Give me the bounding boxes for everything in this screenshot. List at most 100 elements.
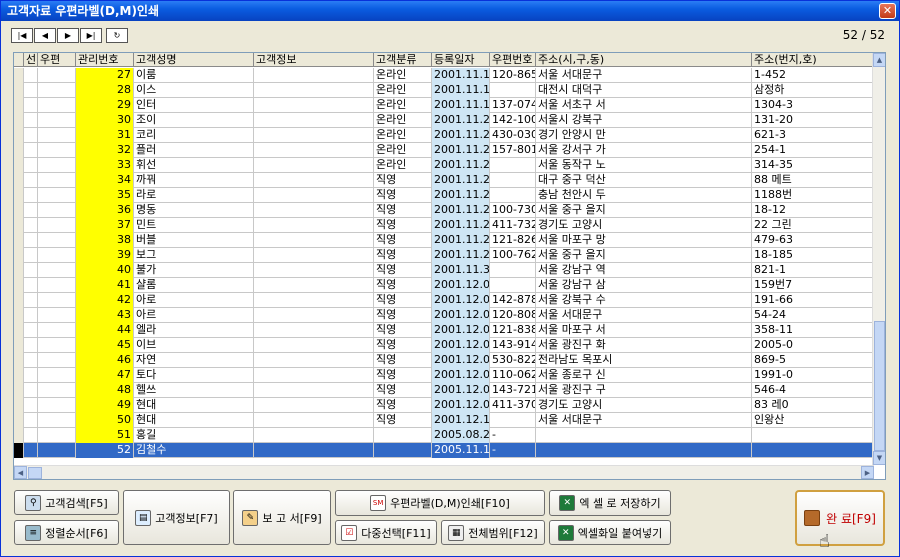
mail-cell[interactable] [38,308,76,323]
select-cell[interactable] [24,383,38,398]
mail-cell[interactable] [38,293,76,308]
info-cell[interactable] [254,338,374,353]
addr1-cell[interactable]: 서울시 강북구 [536,113,752,128]
info-cell[interactable] [254,383,374,398]
addr1-cell[interactable]: 서울 중구 을지 [536,203,752,218]
row-indicator[interactable] [14,188,24,203]
row-indicator[interactable] [14,308,24,323]
info-cell[interactable] [254,128,374,143]
date-cell[interactable]: 2001.11.27 [432,218,490,233]
scroll-up-icon[interactable]: ▲ [873,53,885,67]
addr1-cell[interactable]: 서울 강서구 가 [536,143,752,158]
mail-cell[interactable] [38,173,76,188]
name-cell[interactable]: 인터 [134,98,254,113]
table-row[interactable]: 30조이 온라인2001.11.20142-100서울시 강북구131-20 [14,113,874,128]
mgmt-no-cell[interactable]: 36 [76,203,134,218]
zip-cell[interactable]: 157-801 [490,143,536,158]
sort-order-button[interactable]: ≡ 정렬순서[F6] [14,520,119,545]
addr2-cell[interactable]: 1991-0 [752,368,874,383]
name-cell[interactable]: 라로 [134,188,254,203]
select-cell[interactable] [24,323,38,338]
mail-cell[interactable] [38,113,76,128]
info-cell[interactable] [254,98,374,113]
scroll-left-icon[interactable]: ◀ [14,466,27,479]
mgmt-no-cell[interactable]: 33 [76,158,134,173]
category-cell[interactable]: 직영 [374,398,432,413]
info-cell[interactable] [254,68,374,83]
mgmt-no-cell[interactable]: 49 [76,398,134,413]
row-indicator[interactable] [14,398,24,413]
info-cell[interactable] [254,263,374,278]
next-record-button[interactable]: ▶ [57,28,79,43]
name-cell[interactable]: 토다 [134,368,254,383]
mgmt-no-cell[interactable]: 29 [76,98,134,113]
zip-cell[interactable] [490,173,536,188]
first-record-button[interactable]: |◀ [11,28,33,43]
addr2-cell[interactable]: 2005-0 [752,338,874,353]
table-row[interactable]: 40불가 직영2001.11.30 서울 강남구 역821-1 [14,263,874,278]
select-cell[interactable] [24,248,38,263]
column-header-rowsel[interactable] [14,53,24,67]
mail-cell[interactable] [38,383,76,398]
date-cell[interactable]: 2005.11.15 [432,443,490,458]
date-cell[interactable]: 2001.12.08 [432,383,490,398]
table-row[interactable]: 45이브 직영2001.12.05143-914서울 광진구 화2005-0 [14,338,874,353]
addr1-cell[interactable]: 서울 광진구 화 [536,338,752,353]
horizontal-scrollbar[interactable]: ◀ ▶ [14,465,874,479]
addr1-cell[interactable]: 경기도 고양시 [536,218,752,233]
date-cell[interactable]: 2001.11.24 [432,173,490,188]
zip-cell[interactable]: 143-914 [490,338,536,353]
table-row[interactable]: 51홍길 2005.08.22- [14,428,874,443]
zip-cell[interactable]: 100-762 [490,248,536,263]
addr1-cell[interactable] [536,428,752,443]
mgmt-no-cell[interactable]: 43 [76,308,134,323]
addr2-cell[interactable]: 88 메트 [752,173,874,188]
info-cell[interactable] [254,428,374,443]
addr1-cell[interactable]: 서울 마포구 서 [536,323,752,338]
excel-save-button[interactable]: ✕ 엑 셀 로 저장하기 [549,490,671,516]
zip-cell[interactable]: 411-732 [490,218,536,233]
addr2-cell[interactable]: 191-66 [752,293,874,308]
category-cell[interactable]: 직영 [374,323,432,338]
category-cell[interactable]: 온라인 [374,68,432,83]
mgmt-no-cell[interactable]: 50 [76,413,134,428]
name-cell[interactable]: 이스 [134,83,254,98]
date-cell[interactable]: 2001.12.01 [432,278,490,293]
date-cell[interactable]: 2001.11.17 [432,68,490,83]
mgmt-no-cell[interactable]: 52 [76,443,134,458]
mgmt-no-cell[interactable]: 34 [76,173,134,188]
name-cell[interactable]: 자연 [134,353,254,368]
name-cell[interactable]: 이브 [134,338,254,353]
zip-cell[interactable] [490,158,536,173]
excel-paste-button[interactable]: ✕ 엑셀화일 붙여넣기 [549,520,671,545]
mgmt-no-cell[interactable]: 30 [76,113,134,128]
zip-cell[interactable]: 121-826 [490,233,536,248]
table-row[interactable]: 31코리 온라인2001.11.21430-030경기 안양시 만621-3 [14,128,874,143]
addr1-cell[interactable]: 서울 서대문구 [536,68,752,83]
mail-cell[interactable] [38,203,76,218]
zip-cell[interactable]: 142-878 [490,293,536,308]
row-indicator[interactable] [14,173,24,188]
info-cell[interactable] [254,173,374,188]
category-cell[interactable] [374,428,432,443]
info-cell[interactable] [254,368,374,383]
addr1-cell[interactable]: 서울 강남구 역 [536,263,752,278]
date-cell[interactable]: 2001.12.05 [432,338,490,353]
name-cell[interactable]: 헬쓰 [134,383,254,398]
category-cell[interactable]: 직영 [374,263,432,278]
info-cell[interactable] [254,188,374,203]
table-row[interactable]: 49현대 직영2001.12.09411-370경기도 고양시83 레0 [14,398,874,413]
zip-cell[interactable] [490,263,536,278]
name-cell[interactable]: 엘라 [134,323,254,338]
row-indicator[interactable] [14,428,24,443]
name-cell[interactable]: 이룸 [134,68,254,83]
table-row[interactable]: 46자연 직영2001.12.06530-822전라남도 목포시869-5 [14,353,874,368]
zip-cell[interactable] [490,83,536,98]
addr2-cell[interactable]: 1-452 [752,68,874,83]
mgmt-no-cell[interactable]: 37 [76,218,134,233]
table-row[interactable]: 28이스 온라인2001.11.18 대전시 대덕구삼정하 [14,83,874,98]
addr2-cell[interactable]: 546-4 [752,383,874,398]
addr2-cell[interactable]: 54-24 [752,308,874,323]
mgmt-no-cell[interactable]: 51 [76,428,134,443]
label-print-button[interactable]: SM 우편라벨(D,M)인쇄[F10] [335,490,545,516]
